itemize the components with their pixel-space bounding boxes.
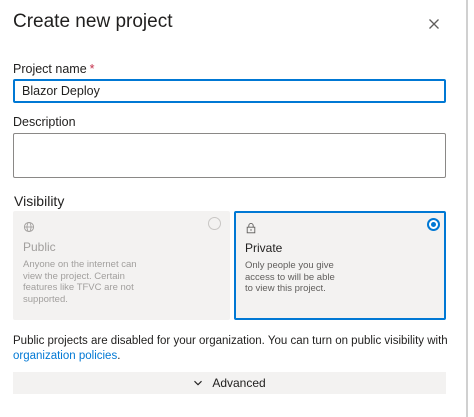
public-radio[interactable]: [208, 217, 221, 230]
chevron-down-icon: [194, 380, 203, 386]
visibility-option-public[interactable]: Public Anyone on the internet can view t…: [13, 211, 230, 320]
required-mark: *: [89, 62, 95, 76]
notice-suffix: .: [117, 349, 121, 362]
public-description: Anyone on the internet can view the proj…: [23, 259, 137, 305]
public-title: Public: [23, 240, 56, 254]
scrollbar-edge: [466, 0, 468, 417]
private-title: Private: [245, 241, 283, 255]
description-label: Description: [13, 115, 76, 129]
project-name-input[interactable]: [13, 79, 446, 103]
project-name-label: Project name *: [13, 62, 95, 76]
close-icon[interactable]: [424, 14, 444, 34]
organization-policies-link[interactable]: organization policies: [13, 350, 117, 362]
advanced-toggle[interactable]: Advanced: [13, 372, 446, 394]
dialog-title: Create new project: [13, 11, 173, 32]
project-name-label-text: Project name: [13, 62, 87, 76]
notice-text: Public projects are disabled for your or…: [13, 335, 448, 347]
visibility-label: Visibility: [14, 193, 65, 209]
private-radio[interactable]: [427, 218, 440, 231]
visibility-notice: Public projects are disabled for your or…: [13, 334, 453, 363]
globe-icon: [23, 221, 35, 233]
visibility-option-private[interactable]: Private Only people you give access to w…: [234, 211, 446, 320]
lock-icon: [246, 222, 256, 234]
private-description: Only people you give access to will be a…: [245, 260, 335, 294]
description-input[interactable]: [13, 133, 446, 178]
create-project-dialog: Create new project Project name* Descrip…: [0, 0, 464, 417]
advanced-label: Advanced: [212, 376, 266, 390]
